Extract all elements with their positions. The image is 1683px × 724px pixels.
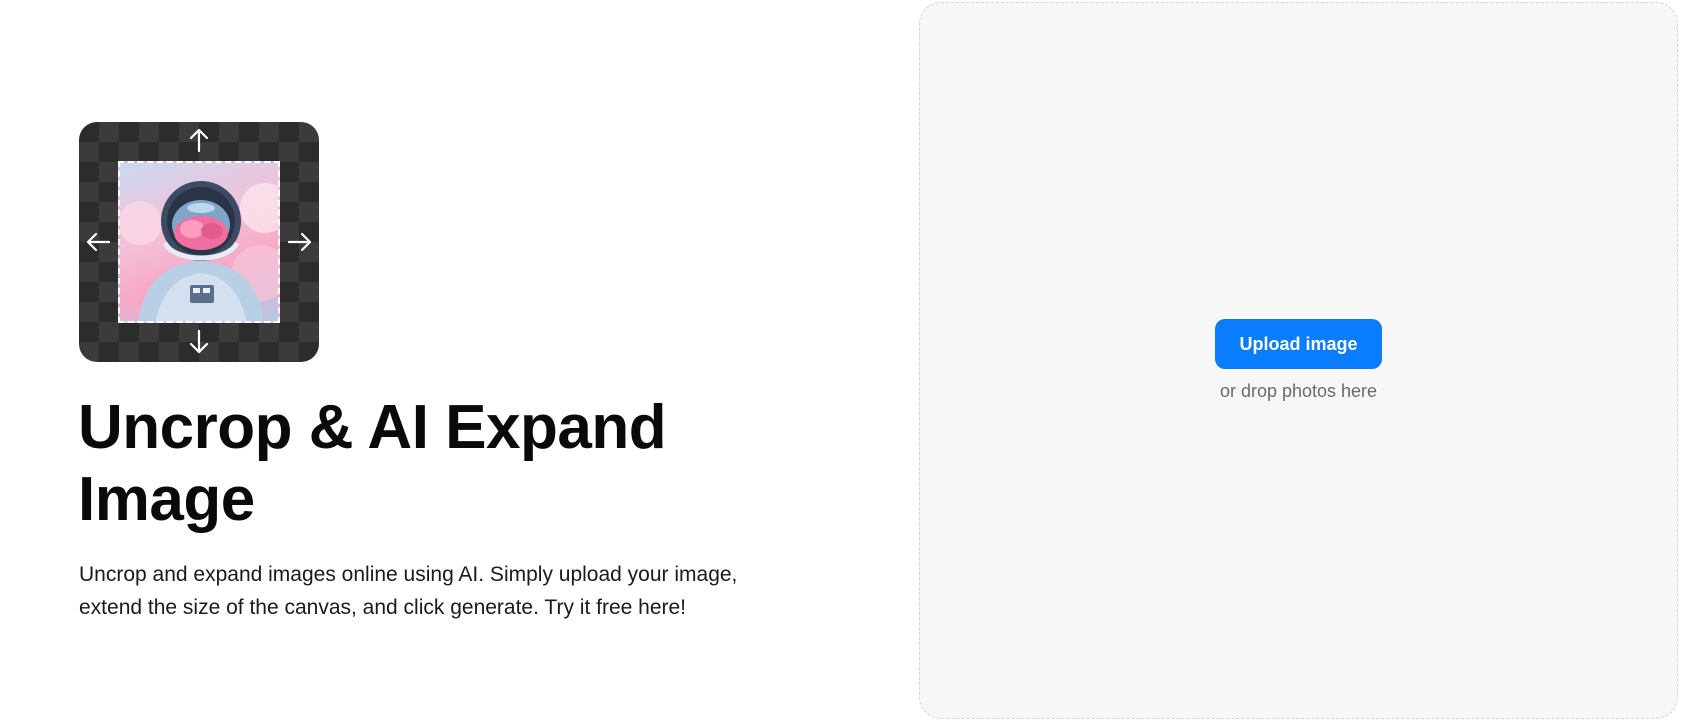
- arrow-down-icon: [185, 328, 213, 356]
- upload-image-button[interactable]: Upload image: [1215, 319, 1382, 369]
- upload-dropzone[interactable]: Upload image or drop photos here: [919, 2, 1678, 719]
- arrow-up-icon: [185, 126, 213, 154]
- page: Uncrop & AI Expand Image Uncrop and expa…: [0, 0, 1683, 724]
- arrow-right-icon: [286, 228, 314, 256]
- astronaut-photo: [118, 161, 280, 323]
- hero-illustration: [79, 122, 319, 362]
- drop-hint-text: or drop photos here: [1219, 381, 1378, 401]
- page-title: Uncrop & AI Expand Image: [78, 393, 667, 534]
- page-description: Uncrop and expand images online using AI…: [79, 563, 738, 619]
- arrow-left-icon: [84, 228, 112, 256]
- astronaut-illustration: [120, 181, 278, 321]
